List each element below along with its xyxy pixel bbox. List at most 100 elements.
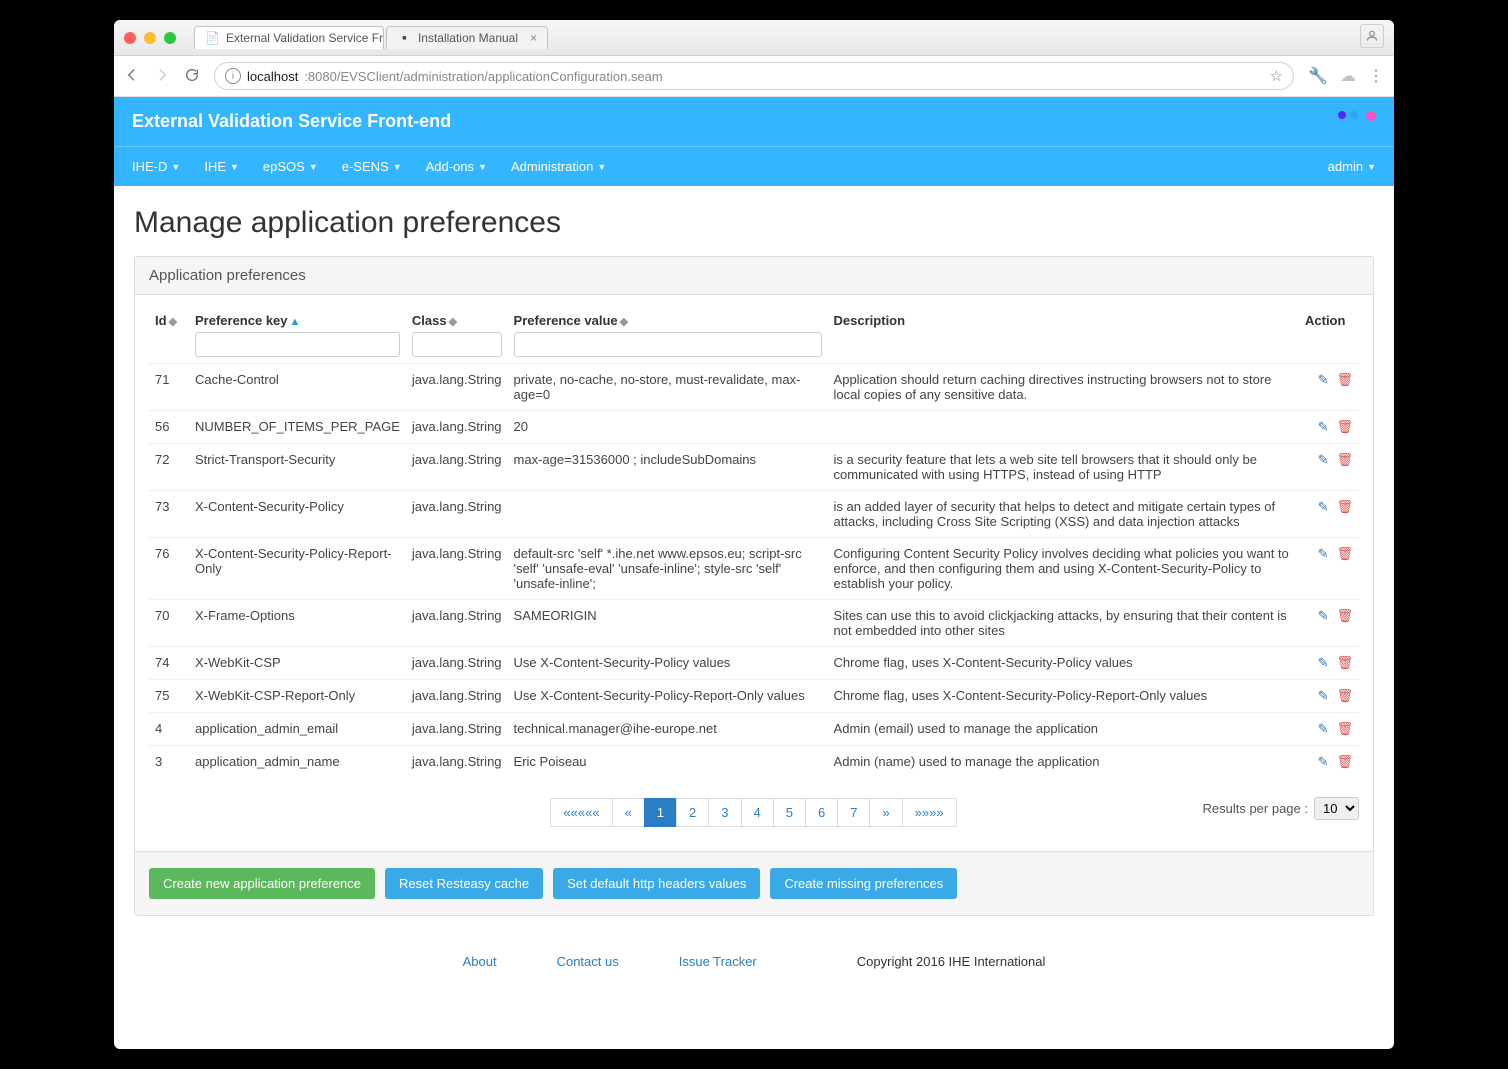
col-header-class[interactable]: Class◆ xyxy=(406,305,508,364)
delete-icon[interactable]: 🗑 xyxy=(1336,499,1353,515)
info-icon[interactable]: i xyxy=(225,68,241,84)
sort-icon[interactable]: ◆ xyxy=(449,316,457,328)
menu-icon[interactable]: ⋮ xyxy=(1368,66,1384,86)
cell-id: 71 xyxy=(149,364,189,411)
edit-icon[interactable]: ✎ xyxy=(1318,655,1329,671)
cell-id: 70 xyxy=(149,600,189,647)
bookmark-icon[interactable]: ☆ xyxy=(1270,67,1283,85)
delete-icon[interactable]: 🗑 xyxy=(1336,452,1353,468)
col-header-id[interactable]: Id◆ xyxy=(149,305,189,364)
table-row: 56NUMBER_OF_ITEMS_PER_PAGEjava.lang.Stri… xyxy=(149,411,1359,444)
cell-id: 3 xyxy=(149,746,189,779)
tab-close-icon[interactable]: × xyxy=(530,31,537,45)
page-title: Manage application preferences xyxy=(134,206,1374,240)
header-label: Action xyxy=(1305,313,1345,328)
profile-button[interactable] xyxy=(1360,24,1384,48)
page-button[interactable]: » xyxy=(869,798,902,827)
sort-asc-icon[interactable]: ▲ xyxy=(290,316,301,328)
nav-item-administration[interactable]: Administration▼ xyxy=(511,159,606,174)
delete-icon[interactable]: 🗑 xyxy=(1336,721,1353,737)
extension-icon[interactable]: ☁︎ xyxy=(1340,66,1356,86)
col-header-value[interactable]: Preference value◆ xyxy=(508,305,828,364)
page-button[interactable]: « xyxy=(612,798,645,827)
footer-contact-link[interactable]: Contact us xyxy=(557,954,619,969)
app-header: External Validation Service Front-end xyxy=(114,97,1394,146)
nav-item-ihe[interactable]: IHE▼ xyxy=(204,159,239,174)
page-button[interactable]: 4 xyxy=(741,798,774,827)
back-button[interactable] xyxy=(124,67,140,86)
browser-tab-active[interactable]: 📄 External Validation Service Fro × xyxy=(194,26,384,49)
edit-icon[interactable]: ✎ xyxy=(1318,419,1329,435)
cell-id: 75 xyxy=(149,680,189,713)
sort-icon[interactable]: ◆ xyxy=(169,316,177,328)
page-button[interactable]: 7 xyxy=(837,798,870,827)
window-close-button[interactable] xyxy=(124,32,136,44)
create-preference-button[interactable]: Create new application preference xyxy=(149,868,375,899)
results-per-page-select[interactable]: 10 xyxy=(1314,797,1359,820)
edit-icon[interactable]: ✎ xyxy=(1318,372,1329,388)
reload-button[interactable] xyxy=(184,67,200,86)
cell-description: Chrome flag, uses X-Content-Security-Pol… xyxy=(828,647,1299,680)
pagination: ««««««1234567»»»»» xyxy=(149,798,1359,827)
header-label: Class xyxy=(412,313,447,328)
browser-toolbar: i localhost:8080/EVSClient/administratio… xyxy=(114,56,1394,97)
edit-icon[interactable]: ✎ xyxy=(1318,499,1329,515)
edit-icon[interactable]: ✎ xyxy=(1318,754,1329,770)
page-button[interactable]: »»»» xyxy=(902,798,957,827)
table-row: 75X-WebKit-CSP-Report-Onlyjava.lang.Stri… xyxy=(149,680,1359,713)
edit-icon[interactable]: ✎ xyxy=(1318,452,1329,468)
cell-description: Admin (name) used to manage the applicat… xyxy=(828,746,1299,779)
col-header-description: Description xyxy=(828,305,1299,364)
cell-class: java.lang.String xyxy=(406,713,508,746)
filter-class-input[interactable] xyxy=(412,332,502,357)
edit-icon[interactable]: ✎ xyxy=(1318,721,1329,737)
delete-icon[interactable]: 🗑 xyxy=(1336,546,1353,562)
page-button[interactable]: 2 xyxy=(676,798,709,827)
edit-icon[interactable]: ✎ xyxy=(1318,688,1329,704)
nav-item-user[interactable]: admin▼ xyxy=(1328,159,1376,174)
extension-icon[interactable]: 🔧 xyxy=(1308,66,1328,86)
sort-icon[interactable]: ◆ xyxy=(620,316,628,328)
nav-item-epsos[interactable]: epSOS▼ xyxy=(263,159,318,174)
delete-icon[interactable]: 🗑 xyxy=(1336,608,1353,624)
browser-tab[interactable]: ▪️ Installation Manual × xyxy=(386,26,548,49)
set-default-headers-button[interactable]: Set default http headers values xyxy=(553,868,760,899)
footer-issue-tracker-link[interactable]: Issue Tracker xyxy=(679,954,757,969)
cell-value xyxy=(508,491,828,538)
filter-key-input[interactable] xyxy=(195,332,400,357)
delete-icon[interactable]: 🗑 xyxy=(1336,655,1353,671)
cell-key: NUMBER_OF_ITEMS_PER_PAGE xyxy=(189,411,406,444)
footer-about-link[interactable]: About xyxy=(463,954,497,969)
nav-item-addons[interactable]: Add-ons▼ xyxy=(426,159,487,174)
page-button[interactable]: 6 xyxy=(805,798,838,827)
page-button[interactable]: 3 xyxy=(708,798,741,827)
header-label: Preference value xyxy=(514,313,618,328)
window-maximize-button[interactable] xyxy=(164,32,176,44)
edit-icon[interactable]: ✎ xyxy=(1318,608,1329,624)
delete-icon[interactable]: 🗑 xyxy=(1336,372,1353,388)
reset-cache-button[interactable]: Reset Resteasy cache xyxy=(385,868,543,899)
col-header-key[interactable]: Preference key▲ xyxy=(189,305,406,364)
create-missing-button[interactable]: Create missing preferences xyxy=(770,868,957,899)
forward-button[interactable] xyxy=(154,67,170,86)
table-row: 71Cache-Controljava.lang.Stringprivate, … xyxy=(149,364,1359,411)
page-button[interactable]: 5 xyxy=(773,798,806,827)
tab-favicon-icon: 📄 xyxy=(205,31,220,45)
page-button[interactable]: 1 xyxy=(644,798,677,827)
header-label: Id xyxy=(155,313,167,328)
window-minimize-button[interactable] xyxy=(144,32,156,44)
delete-icon[interactable]: 🗑 xyxy=(1336,688,1353,704)
edit-icon[interactable]: ✎ xyxy=(1318,546,1329,562)
address-bar[interactable]: i localhost:8080/EVSClient/administratio… xyxy=(214,62,1294,90)
footer-copyright: Copyright 2016 IHE International xyxy=(857,954,1046,969)
cell-description: is an added layer of security that helps… xyxy=(828,491,1299,538)
cell-key: Strict-Transport-Security xyxy=(189,444,406,491)
delete-icon[interactable]: 🗑 xyxy=(1336,419,1353,435)
cell-id: 4 xyxy=(149,713,189,746)
nav-item-esens[interactable]: e-SENS▼ xyxy=(342,159,402,174)
filter-value-input[interactable] xyxy=(514,332,822,357)
delete-icon[interactable]: 🗑 xyxy=(1336,754,1353,770)
url-host: localhost xyxy=(247,69,298,84)
nav-item-ihe-d[interactable]: IHE-D▼ xyxy=(132,159,180,174)
page-button[interactable]: ««««« xyxy=(550,798,612,827)
